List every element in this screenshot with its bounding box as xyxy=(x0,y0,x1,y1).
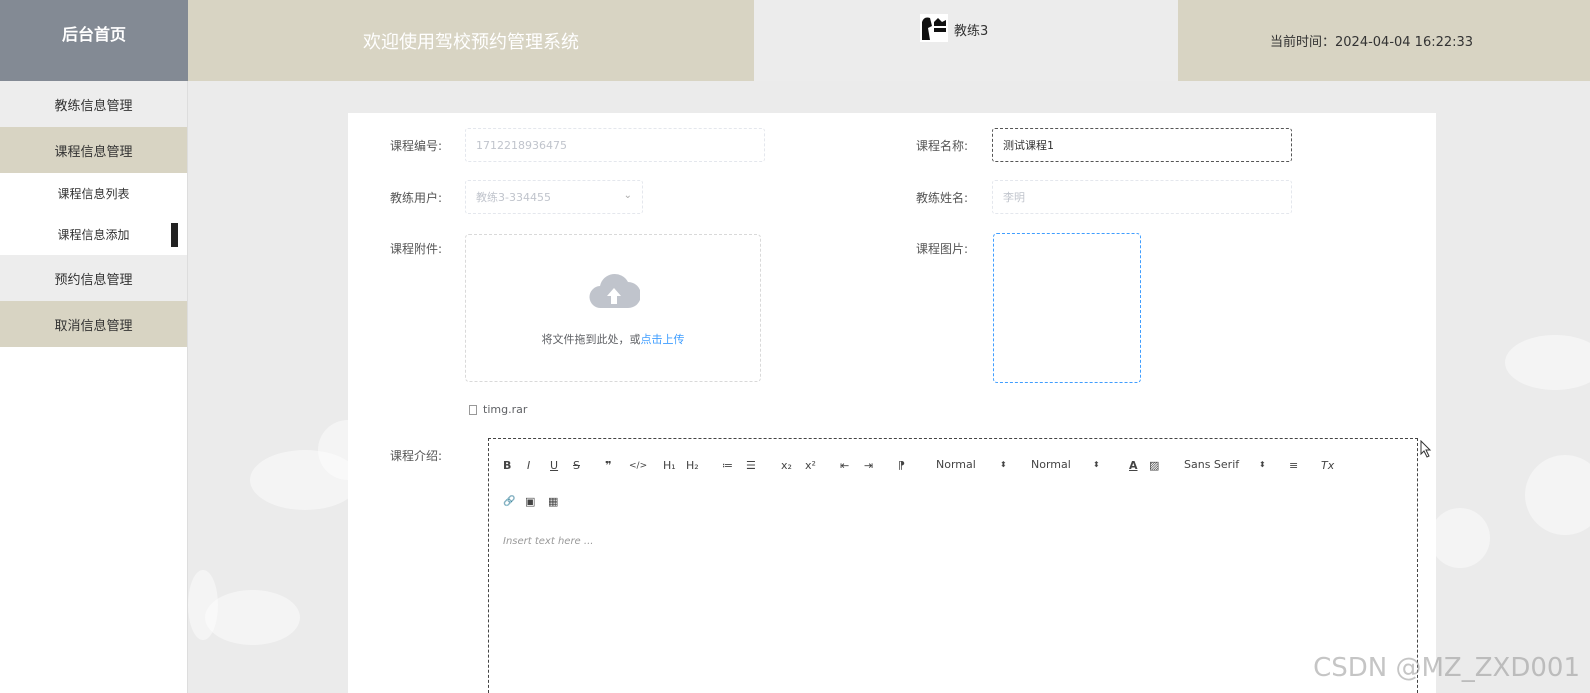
direction-button[interactable]: ⁋ xyxy=(898,458,905,474)
coach-user-value: 教练3-334455 xyxy=(476,191,551,204)
link-button[interactable]: 🔗 xyxy=(503,494,515,510)
sidebar-subitem-course-add[interactable]: 课程信息添加 xyxy=(0,214,187,255)
subscript-button[interactable]: x₂ xyxy=(781,458,792,474)
intro-label: 课程介绍: xyxy=(389,449,442,463)
course-name-field[interactable]: 测试课程1 xyxy=(992,128,1292,162)
header-select-value: Normal xyxy=(1031,458,1071,471)
username[interactable]: 教练3 xyxy=(954,20,988,39)
updown-arrow-icon: ⬍ xyxy=(1093,460,1100,469)
user-area[interactable]: 教练3 xyxy=(754,0,1178,81)
h2-button[interactable]: H₂ xyxy=(686,458,699,474)
sidebar-item-cancel[interactable]: 取消信息管理 xyxy=(0,301,187,347)
strike-button[interactable]: S xyxy=(573,458,580,474)
updown-arrow-icon: ⬍ xyxy=(1000,460,1007,469)
image-button[interactable]: ▣ xyxy=(525,494,535,510)
course-name-label: 课程名称: xyxy=(915,139,968,153)
font-select[interactable]: Sans Serif ⬍ xyxy=(1184,458,1274,474)
h1-button[interactable]: H₁ xyxy=(663,458,676,474)
bullet-list-button[interactable]: ☰ xyxy=(746,458,756,474)
rich-text-editor[interactable]: B I U S ❞ </> H₁ H₂ ≔ ☰ x₂ x² ⇤ ⇥ ⁋ Norm… xyxy=(488,438,1418,693)
file-name: timg.rar xyxy=(483,403,528,416)
ordered-list-button[interactable]: ≔ xyxy=(722,458,733,474)
upload-hint-text: 将文件拖到此处，或 xyxy=(541,333,641,346)
upload-link[interactable]: 点击上传 xyxy=(641,333,685,346)
editor-placeholder[interactable]: Insert text here ... xyxy=(503,536,593,547)
bg-bubble xyxy=(205,590,300,645)
align-button[interactable]: ≡ xyxy=(1289,458,1298,474)
sidebar-item-coach[interactable]: 教练信息管理 xyxy=(0,81,187,127)
chevron-down-icon: ⌄ xyxy=(623,190,632,201)
welcome-banner: 欢迎使用驾校预约管理系统 xyxy=(188,0,754,81)
coach-name-label: 教练姓名: xyxy=(915,191,968,205)
image-upload-box[interactable] xyxy=(993,233,1141,383)
document-icon xyxy=(469,404,477,415)
current-time: 当前时间：2024-04-04 16:22:33 xyxy=(1178,0,1590,81)
watermark: CSDN @MZ_ZXD001 xyxy=(1313,653,1580,683)
size-select[interactable]: Normal ⬍ xyxy=(936,458,1016,474)
attached-file[interactable]: timg.rar xyxy=(469,403,527,416)
italic-button[interactable]: I xyxy=(527,458,530,474)
avatar-icon[interactable] xyxy=(918,12,950,44)
video-button[interactable]: ▦ xyxy=(548,494,558,510)
course-form: 课程编号: 1712218936475 课程名称: 测试课程1 教练用户: 教练… xyxy=(348,113,1436,693)
indent-button[interactable]: ⇥ xyxy=(864,458,873,474)
clean-format-button[interactable]: Tx xyxy=(1321,458,1334,474)
bg-bubble xyxy=(1505,335,1590,390)
course-no-field[interactable]: 1712218936475 xyxy=(465,128,765,162)
header-select[interactable]: Normal ⬍ xyxy=(1031,458,1111,474)
font-select-value: Sans Serif xyxy=(1184,458,1240,471)
editor-toolbar: B I U S ❞ </> H₁ H₂ ≔ ☰ x₂ x² ⇤ ⇥ ⁋ Norm… xyxy=(489,439,1417,523)
background-color-button[interactable]: ▨ xyxy=(1149,458,1159,474)
image-label: 课程图片: xyxy=(915,242,968,256)
sidebar-item-course[interactable]: 课程信息管理 xyxy=(0,127,187,173)
bg-bubble xyxy=(1430,508,1490,568)
bg-bubble xyxy=(1525,455,1590,535)
updown-arrow-icon: ⬍ xyxy=(1259,460,1266,469)
bg-bubble xyxy=(188,570,218,640)
course-no-label: 课程编号: xyxy=(389,139,442,153)
coach-user-label: 教练用户: xyxy=(389,191,442,205)
sidebar-subitem-label: 课程信息添加 xyxy=(57,228,130,242)
blockquote-button[interactable]: ❞ xyxy=(605,458,611,474)
coach-name-field[interactable]: 李明 xyxy=(992,180,1292,214)
text-color-button[interactable]: A xyxy=(1129,458,1138,474)
upload-cloud-icon xyxy=(589,273,640,309)
home-link[interactable]: 后台首页 xyxy=(0,0,188,81)
code-button[interactable]: </> xyxy=(629,458,647,474)
outdent-button[interactable]: ⇤ xyxy=(840,458,849,474)
attachment-upload-dropzone[interactable]: 将文件拖到此处，或点击上传 xyxy=(465,234,761,382)
underline-button[interactable]: U xyxy=(550,458,558,474)
sidebar-subitem-course-list[interactable]: 课程信息列表 xyxy=(0,173,187,214)
mouse-cursor-icon xyxy=(1420,440,1432,458)
sidebar: 教练信息管理 课程信息管理 课程信息列表 课程信息添加 预约信息管理 取消信息管… xyxy=(0,81,188,693)
bold-button[interactable]: B xyxy=(503,458,511,474)
sidebar-item-booking[interactable]: 预约信息管理 xyxy=(0,255,187,301)
upload-hint: 将文件拖到此处，或点击上传 xyxy=(466,331,760,347)
coach-user-select[interactable]: 教练3-334455 ⌄ xyxy=(465,180,643,214)
size-select-value: Normal xyxy=(936,458,976,471)
attachment-label: 课程附件: xyxy=(389,242,442,256)
active-marker xyxy=(171,223,178,247)
superscript-button[interactable]: x² xyxy=(805,458,816,474)
